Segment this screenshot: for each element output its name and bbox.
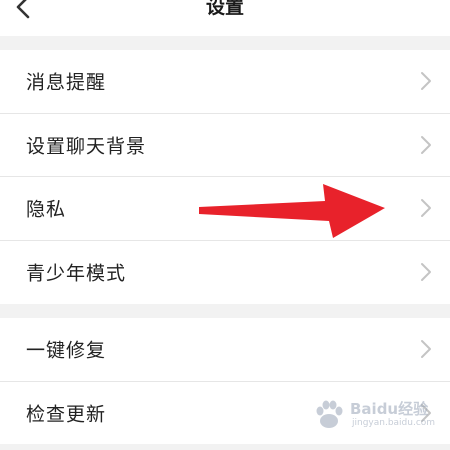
row-label: 青少年模式	[26, 262, 127, 285]
baidu-watermark: Baidu经验 jingyan.baidu.com	[312, 396, 442, 436]
chevron-right-icon	[421, 263, 431, 282]
page-title: 设置	[205, 0, 244, 18]
settings-page: 设置 消息提醒 设置聊天背景 隐私 青少年模式 一键修复 检查更新 Baidu经…	[0, 0, 450, 450]
watermark-subtext: jingyan.baidu.com	[352, 418, 436, 428]
settings-row-chat-background[interactable]: 设置聊天背景	[0, 114, 450, 177]
row-label: 消息提醒	[26, 71, 107, 94]
settings-row-one-click-repair[interactable]: 一键修复	[0, 318, 450, 382]
settings-row-notifications[interactable]: 消息提醒	[0, 50, 450, 114]
row-label: 设置聊天背景	[26, 135, 147, 158]
settings-row-teen-mode[interactable]: 青少年模式	[0, 241, 450, 305]
chevron-right-icon	[421, 340, 431, 359]
row-label: 检查更新	[26, 403, 107, 426]
chevron-right-icon	[421, 72, 431, 91]
watermark-text: Baidu经验	[350, 400, 429, 418]
paw-logo-icon	[316, 400, 343, 428]
chevron-right-icon	[421, 199, 431, 218]
red-arrow-annotation-icon	[199, 184, 385, 238]
nav-bar: 设置	[0, 0, 450, 36]
row-label: 一键修复	[26, 339, 107, 362]
settings-group-1: 消息提醒 设置聊天背景 隐私 青少年模式	[0, 50, 450, 304]
chevron-right-icon	[421, 135, 431, 154]
row-label: 隐私	[26, 198, 67, 221]
